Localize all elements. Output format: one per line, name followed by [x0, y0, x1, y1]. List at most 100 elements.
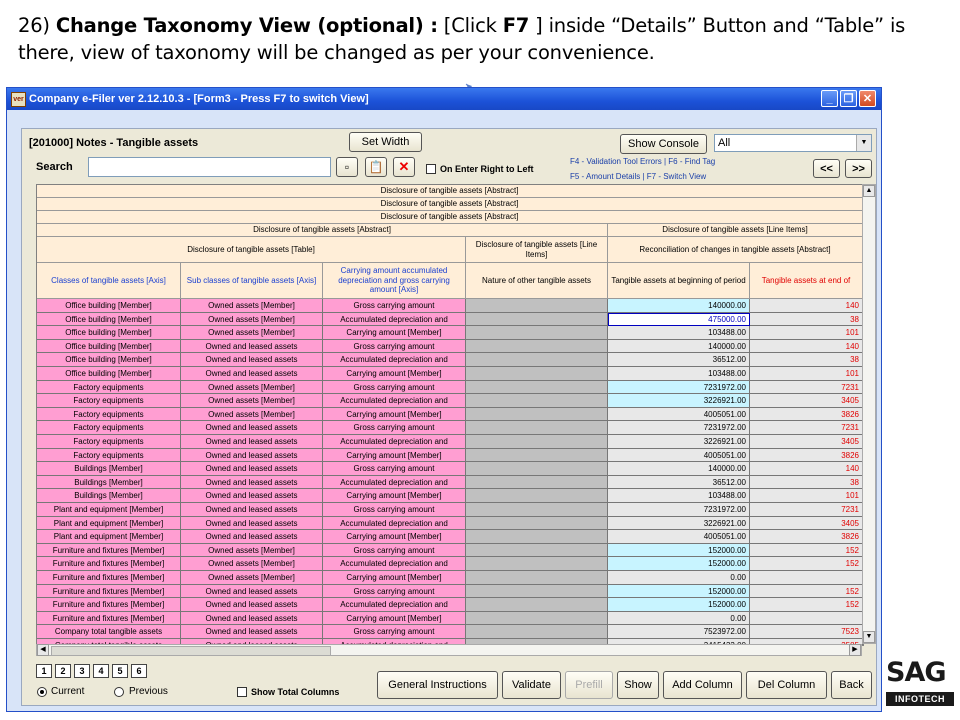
page-1-button[interactable]: 1	[36, 664, 52, 678]
nature-cell[interactable]	[466, 503, 608, 517]
nature-cell[interactable]	[466, 394, 608, 408]
end-amount-cell[interactable]: 140	[750, 339, 863, 354]
end-amount-cell[interactable]: 140	[750, 299, 863, 313]
end-amount-cell[interactable]: 7231	[750, 421, 863, 435]
nature-cell[interactable]	[466, 435, 608, 449]
begin-amount-cell[interactable]: 7231972.00	[608, 380, 750, 395]
begin-amount-cell[interactable]: 0.00	[608, 611, 750, 626]
end-amount-cell[interactable]: 3405	[750, 516, 863, 531]
on-enter-checkbox[interactable]	[426, 164, 436, 174]
close-button[interactable]: ✕	[859, 90, 876, 107]
new-document-icon[interactable]: ▫	[336, 157, 358, 177]
end-amount-cell[interactable]: 38	[750, 353, 863, 367]
nature-cell[interactable]	[466, 475, 608, 490]
del-column-button[interactable]: Del Column	[746, 671, 827, 699]
end-amount-cell[interactable]: 152	[750, 584, 863, 599]
search-input[interactable]	[88, 157, 331, 177]
begin-amount-cell[interactable]: 103488.00	[608, 326, 750, 340]
begin-amount-cell[interactable]: 140000.00	[608, 462, 750, 476]
begin-amount-cell[interactable]: 152000.00	[608, 557, 750, 571]
add-column-button[interactable]: Add Column	[663, 671, 742, 699]
begin-amount-cell[interactable]: 4005051.00	[608, 448, 750, 463]
end-amount-cell[interactable]: 152	[750, 543, 863, 558]
begin-amount-cell[interactable]: 3226921.00	[608, 516, 750, 531]
end-amount-cell[interactable]: 7231	[750, 380, 863, 395]
clipboard-icon[interactable]: 📋	[365, 157, 387, 177]
end-amount-cell[interactable]: 3826	[750, 407, 863, 422]
nature-cell[interactable]	[466, 611, 608, 626]
begin-amount-cell[interactable]: 7523972.00	[608, 625, 750, 639]
filter-dropdown[interactable]: All ▼	[714, 134, 872, 152]
begin-amount-cell[interactable]: 7231972.00	[608, 503, 750, 517]
begin-amount-cell[interactable]: 4005051.00	[608, 407, 750, 422]
nature-cell[interactable]	[466, 571, 608, 585]
chevron-down-icon[interactable]: ▼	[856, 135, 871, 151]
end-amount-cell[interactable]: 38	[750, 475, 863, 490]
end-amount-cell[interactable]: 7231	[750, 503, 863, 517]
nature-cell[interactable]	[466, 339, 608, 354]
back-button[interactable]: Back	[831, 671, 872, 699]
nature-cell[interactable]	[466, 530, 608, 544]
begin-amount-cell[interactable]: 152000.00	[608, 598, 750, 612]
previous-radio[interactable]	[114, 687, 124, 697]
end-amount-cell[interactable]	[750, 571, 863, 585]
end-amount-cell[interactable]: 101	[750, 367, 863, 381]
end-amount-cell[interactable]: 38	[750, 312, 863, 327]
vertical-scrollbar[interactable]: ▲ ▼	[862, 184, 876, 644]
begin-amount-cell[interactable]: 140000.00	[608, 339, 750, 354]
begin-amount-cell[interactable]: 152000.00	[608, 584, 750, 599]
page-2-button[interactable]: 2	[55, 664, 71, 678]
end-amount-cell[interactable]: 152	[750, 557, 863, 571]
end-amount-cell[interactable]: 3826	[750, 448, 863, 463]
nature-cell[interactable]	[466, 584, 608, 599]
page-5-button[interactable]: 5	[112, 664, 128, 678]
end-amount-cell[interactable]: 152	[750, 598, 863, 612]
nature-cell[interactable]	[466, 489, 608, 503]
begin-amount-cell[interactable]: 475000.00	[608, 312, 750, 327]
end-amount-cell[interactable]	[750, 611, 863, 626]
nature-cell[interactable]	[466, 421, 608, 435]
nature-cell[interactable]	[466, 299, 608, 313]
end-amount-cell[interactable]: 3405	[750, 394, 863, 408]
nature-cell[interactable]	[466, 462, 608, 476]
end-amount-cell[interactable]: 140	[750, 462, 863, 476]
begin-amount-cell[interactable]: 3226921.00	[608, 394, 750, 408]
nature-cell[interactable]	[466, 380, 608, 395]
end-amount-cell[interactable]: 7523	[750, 625, 863, 639]
page-3-button[interactable]: 3	[74, 664, 90, 678]
nature-cell[interactable]	[466, 448, 608, 463]
next-page-button[interactable]: >>	[845, 159, 872, 178]
nature-cell[interactable]	[466, 353, 608, 367]
begin-amount-cell[interactable]: 140000.00	[608, 299, 750, 313]
horizontal-scroll-thumb[interactable]	[51, 646, 331, 656]
scroll-up-icon[interactable]: ▲	[863, 185, 875, 197]
begin-amount-cell[interactable]: 103488.00	[608, 489, 750, 503]
current-radio[interactable]	[37, 687, 47, 697]
restore-button[interactable]: ❐	[840, 90, 857, 107]
prefill-button[interactable]: Prefill	[565, 671, 613, 699]
nature-cell[interactable]	[466, 407, 608, 422]
begin-amount-cell[interactable]: 103488.00	[608, 367, 750, 381]
begin-amount-cell[interactable]: 36512.00	[608, 475, 750, 490]
validate-button[interactable]: Validate	[502, 671, 561, 699]
begin-amount-cell[interactable]: 4005051.00	[608, 530, 750, 544]
nature-cell[interactable]	[466, 312, 608, 327]
begin-amount-cell[interactable]: 152000.00	[608, 543, 750, 558]
column-header-classes[interactable]: Classes of tangible assets [Axis]	[37, 263, 181, 299]
scroll-left-icon[interactable]: ◀	[37, 644, 49, 656]
nature-cell[interactable]	[466, 326, 608, 340]
end-amount-cell[interactable]: 101	[750, 489, 863, 503]
begin-amount-cell[interactable]: 3226921.00	[608, 435, 750, 449]
column-header-subclasses[interactable]: Sub classes of tangible assets [Axis]	[181, 263, 323, 299]
nature-cell[interactable]	[466, 625, 608, 639]
delete-icon[interactable]: ✕	[393, 157, 415, 177]
nature-cell[interactable]	[466, 557, 608, 571]
end-amount-cell[interactable]: 3826	[750, 530, 863, 544]
begin-amount-cell[interactable]: 0.00	[608, 571, 750, 585]
begin-amount-cell[interactable]: 7231972.00	[608, 421, 750, 435]
show-console-button[interactable]: Show Console	[620, 134, 707, 154]
page-4-button[interactable]: 4	[93, 664, 109, 678]
nature-cell[interactable]	[466, 598, 608, 612]
nature-cell[interactable]	[466, 516, 608, 531]
scroll-down-icon[interactable]: ▼	[863, 631, 875, 643]
